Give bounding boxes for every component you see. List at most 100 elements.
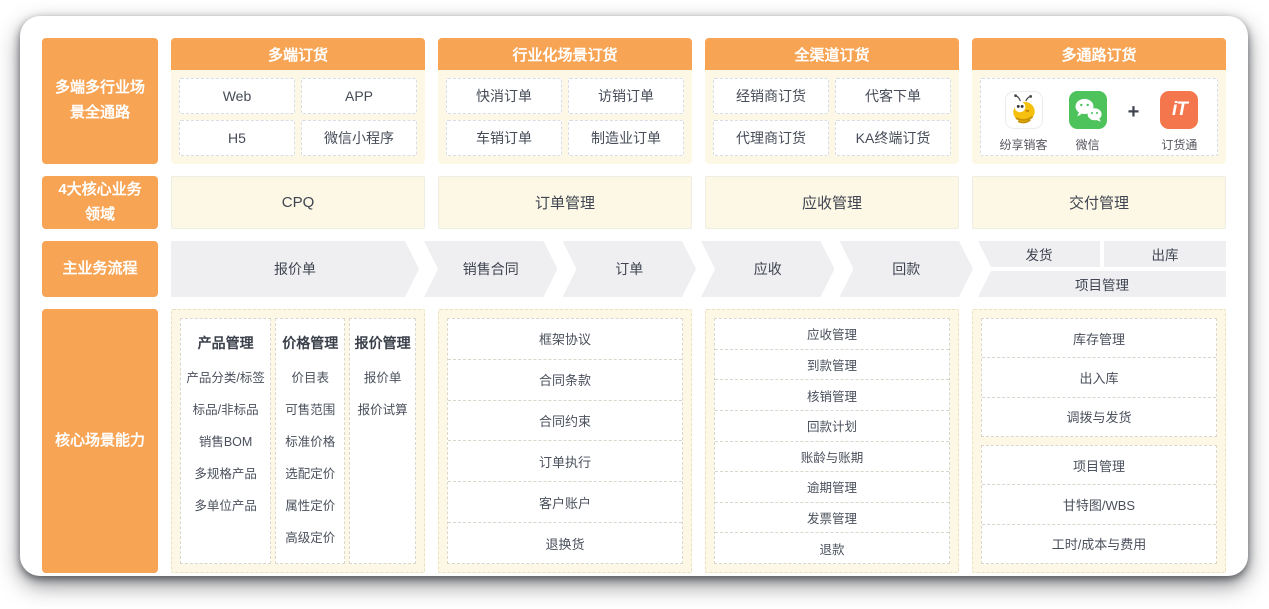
capability-item: 高级定价 (285, 531, 336, 545)
flow-branch-outbound: 出库 (1104, 241, 1226, 267)
scenario-item: 制造业订单 (568, 120, 684, 156)
flow-step-receivable: 应收 (701, 241, 835, 297)
capability-row: 工时/成本与费用 (982, 523, 1216, 563)
row-label-channels: 多端多行业场景全通路 (42, 38, 158, 164)
capability-item: 报价试算 (357, 403, 408, 417)
section-omni-body: 经销商订货 代客下单 代理商订货 KA终端订货 (705, 70, 959, 164)
capability-item: 价目表 (291, 371, 330, 385)
architecture-card: 多端多行业场景全通路 多端订货 Web APP H5 微信小程序 行业化场景订货… (20, 16, 1248, 576)
capability-row: 应收管理 (806, 328, 857, 343)
capability-item: 标品/非标品 (192, 403, 259, 417)
flow-branch-ship: 发货 (978, 241, 1100, 267)
domain-receivable-mgmt: 应收管理 (705, 176, 959, 229)
section-omni-channel: 全渠道订货 经销商订货 代客下单 代理商订货 KA终端订货 (705, 38, 959, 164)
section-industry-scenario: 行业化场景订货 快消订单 访销订单 车销订单 制造业订单 (438, 38, 692, 164)
capability-row: 回款计划 (715, 409, 949, 441)
capability-item: 销售BOM (198, 435, 253, 449)
infographic-canvas: 多端多行业场景全通路 多端订货 Web APP H5 微信小程序 行业化场景订货… (0, 0, 1269, 609)
section-omni-header: 全渠道订货 (705, 38, 959, 70)
app-label: 订货通 (1161, 138, 1198, 152)
capability-item: 多规格产品 (194, 467, 257, 481)
subcol-quote-mgmt: 报价管理 报价单 报价试算 (349, 318, 416, 564)
capability-row: 项目管理 (1072, 458, 1125, 474)
app-label: 微信 (1075, 138, 1100, 152)
panel-order-capabilities: 框架协议 合同条款 合同约束 订单执行 客户账户 退换货 (438, 309, 692, 573)
section-multi-terminal: 多端订货 Web APP H5 微信小程序 (171, 38, 425, 164)
capability-item: 多单位产品 (194, 499, 257, 513)
capability-item: 报价单 (363, 371, 402, 385)
omni-item: 经销商订货 (713, 78, 829, 114)
capability-item: 产品分类/标签 (186, 371, 265, 385)
channel-item: APP (301, 78, 417, 114)
capability-row: 退换货 (448, 522, 682, 563)
section-multi-terminal-header: 多端订货 (171, 38, 425, 70)
domain-delivery-mgmt: 交付管理 (972, 176, 1226, 229)
capability-row: 合同约束 (448, 399, 682, 441)
omni-item: 代客下单 (835, 78, 951, 114)
capability-row: 逾期管理 (715, 471, 949, 502)
domain-cpq: CPQ (171, 176, 425, 229)
plus-sign: + (1127, 101, 1140, 123)
capability-row: 框架协议 (538, 332, 591, 348)
app-label: 纷享销客 (999, 138, 1048, 152)
channel-item: Web (179, 78, 295, 114)
capability-row: 库存管理 (1072, 331, 1125, 347)
subcol-header: 产品管理 (197, 335, 254, 351)
apps-group: 纷享销客 微信 + iT 订货通 (980, 78, 1218, 156)
capability-row: 出入库 (982, 357, 1216, 396)
flow-step-payment: 回款 (840, 241, 974, 297)
omni-item: KA终端订货 (835, 120, 951, 156)
omni-item: 代理商订货 (713, 120, 829, 156)
main-flow: 报价单 销售合同 订单 应收 回款 发货 出库 项目管理 (171, 241, 1226, 297)
panel-receivable-capabilities: 应收管理 到款管理 核销管理 回款计划 账龄与账期 逾期管理 发票管理 退款 (705, 309, 959, 573)
section-multi-path: 多通路订货 纷享销客 微信 + iT 订货通 (972, 38, 1226, 164)
receivable-capability-list: 应收管理 到款管理 核销管理 回款计划 账龄与账期 逾期管理 发票管理 退款 (714, 318, 950, 564)
order-capability-list: 框架协议 合同条款 合同约束 订单执行 客户账户 退换货 (447, 318, 683, 564)
capability-item: 选配定价 (285, 467, 336, 481)
project-capability-list: 项目管理 甘特图/WBS 工时/成本与费用 (981, 445, 1217, 564)
capability-row: 账龄与账期 (715, 440, 949, 472)
inventory-capability-list: 库存管理 出入库 调拨与发货 (981, 318, 1217, 437)
capability-row: 调拨与发货 (982, 396, 1216, 436)
section-industry-body: 快消订单 访销订单 车销订单 制造业订单 (438, 70, 692, 164)
capability-row: 合同条款 (448, 358, 682, 400)
row-label-core-domains: 4大核心业务领域 (42, 176, 158, 229)
subcol-price-mgmt: 价格管理 价目表 可售范围 标准价格 选配定价 属性定价 高级定价 (275, 318, 346, 564)
subcol-header: 报价管理 (354, 335, 411, 351)
dinghuotong-glyph: iT (1171, 99, 1188, 120)
panel-delivery-capabilities: 库存管理 出入库 调拨与发货 项目管理 甘特图/WBS 工时/成本与费用 (972, 309, 1226, 573)
capability-item: 标准价格 (285, 435, 336, 449)
section-multi-path-header: 多通路订货 (972, 38, 1226, 70)
capability-item: 可售范围 (285, 403, 336, 417)
capability-row: 核销管理 (715, 379, 949, 410)
row-label-main-flow: 主业务流程 (42, 241, 158, 297)
capability-row: 客户账户 (448, 481, 682, 522)
capability-row: 到款管理 (715, 348, 949, 380)
subcol-product-mgmt: 产品管理 产品分类/标签 标品/非标品 销售BOM 多规格产品 多单位产品 (180, 318, 272, 564)
section-multi-terminal-body: Web APP H5 微信小程序 (171, 70, 425, 164)
scenario-item: 车销订单 (446, 120, 562, 156)
domain-order-mgmt: 订单管理 (438, 176, 692, 229)
app-fenxiang: 纷享销客 (1000, 91, 1048, 153)
section-multi-path-body: 纷享销客 微信 + iT 订货通 (972, 70, 1226, 164)
channel-item: H5 (179, 120, 295, 156)
flow-branch: 发货 出库 项目管理 (978, 241, 1226, 297)
scenario-item: 访销订单 (568, 78, 684, 114)
row-label-capabilities: 核心场景能力 (42, 309, 158, 573)
channel-item: 微信小程序 (301, 120, 417, 156)
app-dinghuotong: iT 订货通 (1160, 91, 1199, 153)
subcol-header: 价格管理 (282, 335, 339, 351)
capability-row: 退款 (715, 532, 949, 563)
capability-row: 甘特图/WBS (982, 484, 1216, 523)
app-wechat: 微信 (1068, 91, 1107, 153)
flow-branch-project: 项目管理 (978, 271, 1226, 297)
capability-item: 属性定价 (285, 499, 336, 513)
capability-row: 发票管理 (715, 501, 949, 533)
capability-row: 订单执行 (448, 440, 682, 481)
scenario-item: 快消订单 (446, 78, 562, 114)
section-industry-header: 行业化场景订货 (438, 38, 692, 70)
flow-step-contract: 销售合同 (424, 241, 558, 297)
dinghuotong-icon: iT (1160, 91, 1199, 129)
fenxiang-bee-icon (1004, 91, 1043, 129)
wechat-icon (1068, 91, 1107, 129)
